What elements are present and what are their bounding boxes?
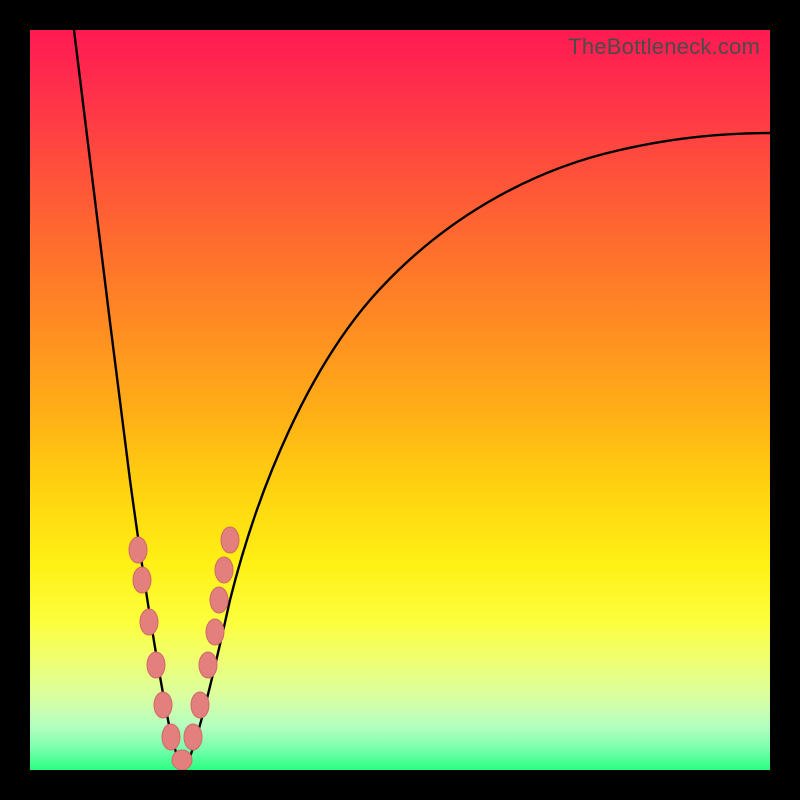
chart-frame: TheBottleneck.com <box>0 0 800 800</box>
plot-area: TheBottleneck.com <box>30 30 770 770</box>
curve-right-branch <box>185 133 770 768</box>
curve-left-branch <box>74 30 185 768</box>
optimal-beads <box>129 527 239 770</box>
bottleneck-curve <box>30 30 770 770</box>
